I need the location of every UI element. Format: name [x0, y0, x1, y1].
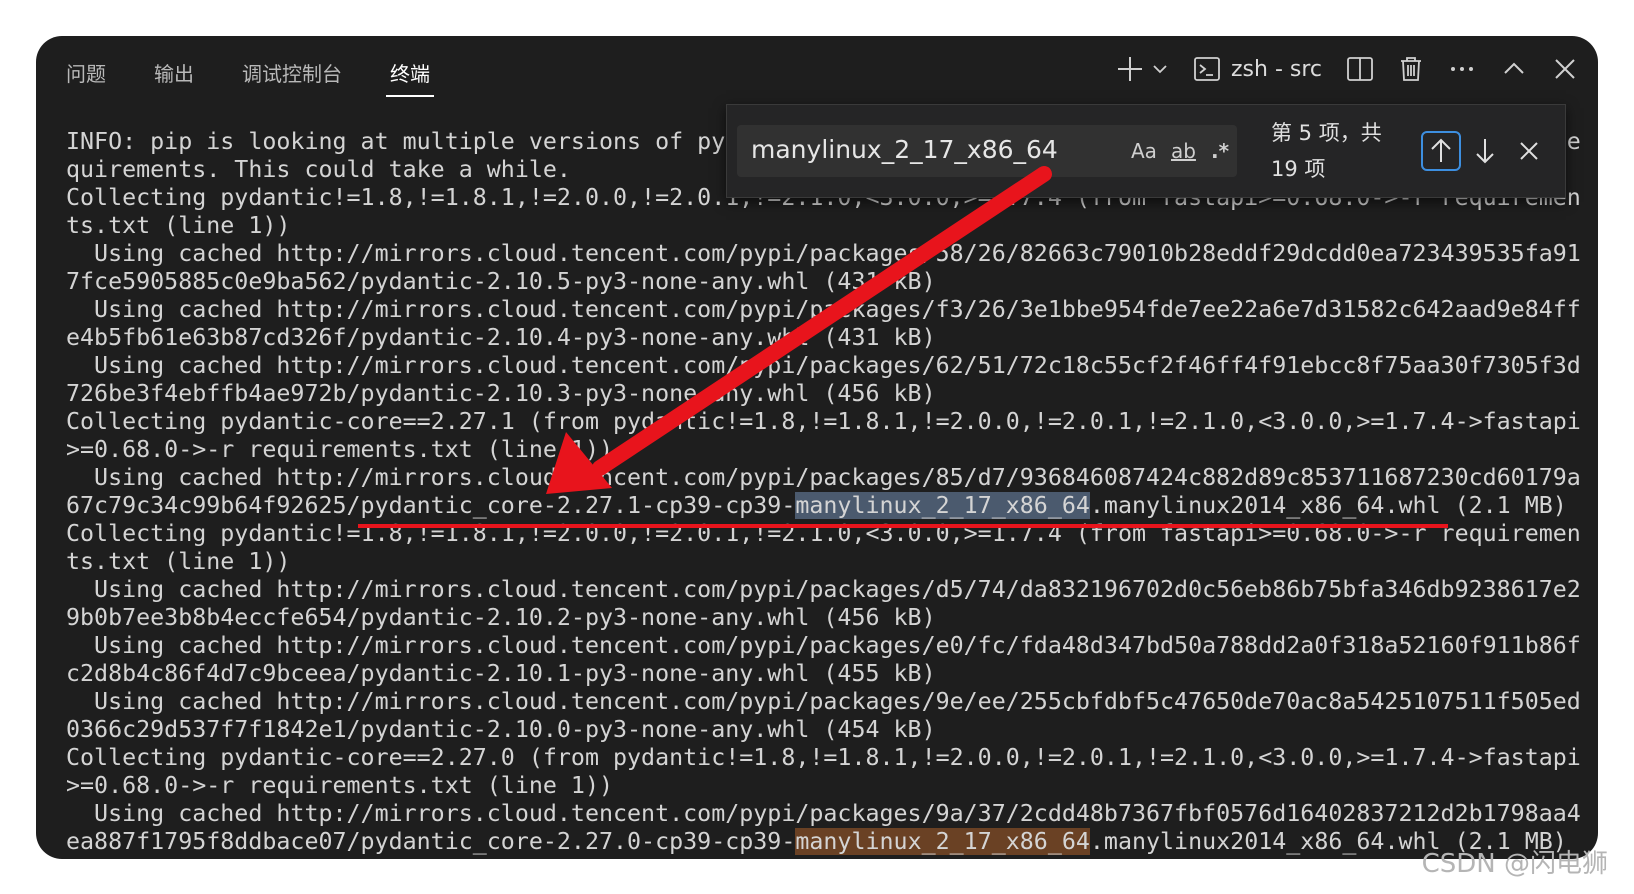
terminal-line: >=0.68.0->-r requirements.txt (line 1)) — [66, 772, 614, 799]
close-panel-button[interactable] — [1552, 56, 1578, 82]
tab-problems[interactable]: 问题 — [66, 58, 106, 97]
plus-icon — [1118, 57, 1142, 81]
terminal-line: 67c79c34c99b64f92625/pydantic_core-2.27.… — [66, 492, 1567, 519]
regex-toggle[interactable]: .* — [1211, 139, 1229, 163]
split-terminal-button[interactable] — [1346, 55, 1374, 83]
terminal-selector[interactable]: zsh - src — [1193, 55, 1322, 83]
split-icon — [1347, 57, 1373, 81]
close-find-button[interactable] — [1515, 137, 1543, 165]
terminal-name: zsh - src — [1231, 56, 1322, 82]
panel-tabs: 问题 输出 调试控制台 终端 — [66, 58, 478, 97]
terminal-line: c2d8b4c86f4d7c9bceea/pydantic-2.10.1-py3… — [66, 660, 936, 687]
arrow-up-icon — [1421, 131, 1461, 171]
trash-icon — [1401, 57, 1421, 81]
terminal-line: Using cached http://mirrors.cloud.tencen… — [66, 352, 1581, 379]
ellipsis-icon — [1451, 67, 1473, 71]
chevron-up-icon — [1504, 62, 1524, 74]
match-count: 第 5 项，共 19 项 — [1271, 115, 1401, 187]
terminal-icon — [1194, 57, 1220, 81]
terminal-line: Using cached http://mirrors.cloud.tencen… — [66, 240, 1581, 267]
new-terminal-button[interactable] — [1115, 54, 1169, 84]
watermark: CSDN @闪电狮 — [1421, 849, 1608, 879]
tab-debug-console[interactable]: 调试控制台 — [242, 58, 342, 97]
search-match-highlight: manylinux_2_17_x86_64 — [795, 828, 1090, 855]
terminal-line: Using cached http://mirrors.cloud.tencen… — [66, 632, 1581, 659]
tab-terminal[interactable]: 终端 — [386, 58, 434, 97]
find-query: manylinux_2_17_x86_64 — [751, 135, 1058, 164]
match-count-line2: 19 项 — [1271, 157, 1326, 181]
terminal-line: e4b5fb61e63b87cd326f/pydantic-2.10.4-py3… — [66, 324, 936, 351]
more-actions-button[interactable] — [1448, 55, 1476, 83]
next-match-button[interactable] — [1469, 135, 1501, 167]
terminal-line: 0366c29d537f7f1842e1/pydantic-2.10.0-py3… — [66, 716, 936, 743]
chevron-down-icon — [1153, 65, 1167, 74]
terminal-line: ts.txt (line 1)) — [66, 548, 291, 575]
terminal-output[interactable]: INFO: pip is looking at multiple version… — [66, 128, 1584, 856]
terminal-line: Collecting pydantic-core==2.27.1 (from p… — [66, 408, 1581, 435]
find-widget: manylinux_2_17_x86_64 Aa ab .* 第 5 项，共 1… — [726, 104, 1566, 198]
terminal-line: 7fce5905885c0e9ba562/pydantic-2.10.5-py3… — [66, 268, 936, 295]
arrow-down-icon — [1476, 139, 1494, 164]
maximize-panel-button[interactable] — [1500, 55, 1528, 83]
close-icon — [1555, 59, 1575, 79]
terminal-line: Using cached http://mirrors.cloud.tencen… — [66, 800, 1581, 827]
tab-output[interactable]: 输出 — [154, 58, 194, 97]
terminal-line: Collecting pydantic!=1.8,!=1.8.1,!=2.0.0… — [66, 520, 1581, 547]
terminal-line: 9b0b7ee3b8b4eccfe654/pydantic-2.10.2-py3… — [66, 604, 936, 631]
panel-actions: zsh - src — [1115, 54, 1578, 84]
terminal-line: Collecting pydantic-core==2.27.0 (from p… — [66, 744, 1581, 771]
whole-word-toggle[interactable]: ab — [1171, 139, 1196, 163]
terminal-line: Using cached http://mirrors.cloud.tencen… — [66, 296, 1581, 323]
match-case-toggle[interactable]: Aa — [1131, 139, 1157, 163]
search-match-highlight: manylinux_2_17_x86_64 — [795, 492, 1090, 519]
terminal-line: Using cached http://mirrors.cloud.tencen… — [66, 464, 1581, 491]
terminal-line: Using cached http://mirrors.cloud.tencen… — [66, 576, 1581, 603]
terminal-line: 726be3f4ebffb4ae972b/pydantic-2.10.3-py3… — [66, 380, 936, 407]
previous-match-button[interactable] — [1421, 131, 1461, 171]
terminal-line: >=0.68.0->-r requirements.txt (line 1)) — [66, 436, 614, 463]
find-input[interactable]: manylinux_2_17_x86_64 Aa ab .* — [737, 125, 1237, 177]
terminal-line: ea887f1795f8ddbace07/pydantic_core-2.27.… — [66, 828, 1567, 855]
close-icon — [1520, 142, 1538, 160]
terminal-line: ts.txt (line 1)) — [66, 212, 291, 239]
kill-terminal-button[interactable] — [1398, 55, 1424, 83]
terminal-line: Using cached http://mirrors.cloud.tencen… — [66, 688, 1581, 715]
match-count-line1: 第 5 项，共 — [1271, 121, 1382, 145]
